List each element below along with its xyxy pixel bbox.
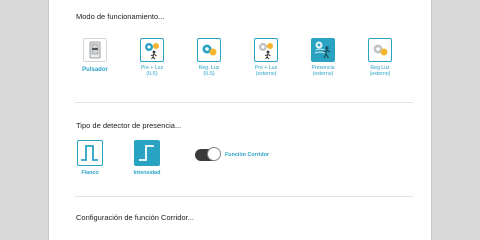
detector-section-title: Tipo de detector de presencia...: [76, 121, 182, 130]
corridor-section-title: Configuración de función Corridor...: [76, 213, 194, 222]
push-button-icon: [83, 38, 107, 62]
mode-option-pulsador[interactable]: Pulsador: [75, 38, 115, 73]
mode-section-title: Modo de funcionamiento...: [76, 12, 165, 21]
detector-label: Flanco: [81, 170, 99, 176]
light-regulation-external-icon: [368, 38, 392, 62]
mode-option-pre-luz-externo[interactable]: Pre + Luz (externo): [246, 38, 286, 78]
section-divider: [75, 102, 413, 103]
pulse-edge-icon: [77, 140, 103, 166]
mode-label: Pulsador: [82, 67, 108, 73]
presence-external-icon: [311, 38, 335, 62]
toggle-knob: [207, 147, 221, 161]
presence-light-ils-icon: [140, 38, 164, 62]
detector-option-flanco[interactable]: Flanco: [66, 140, 114, 176]
mode-option-pre-luz-ils[interactable]: Pre + Luz (ILS): [132, 38, 172, 78]
corridor-toggle-label: Función Corridor: [225, 152, 270, 158]
settings-panel: Modo de funcionamiento... Pulsador Pre +…: [48, 0, 432, 240]
section-divider: [75, 196, 413, 197]
detector-option-intensidad[interactable]: Intensidad: [123, 140, 171, 176]
mode-label: Pre + Luz (ILS): [140, 65, 164, 78]
corridor-toggle-switch[interactable]: [195, 147, 221, 161]
mode-label: Pre + Luz (externo): [254, 65, 278, 78]
mode-option-reg-luz-externo[interactable]: Reg Luz (externo): [360, 38, 400, 78]
mode-label: Reg. Luz (ILS): [198, 65, 220, 78]
light-regulation-ils-icon: [197, 38, 221, 62]
mode-option-reg-luz-ils[interactable]: Reg. Luz (ILS): [189, 38, 229, 78]
step-intensity-icon: [134, 140, 160, 166]
mode-label: Reg Luz (externo): [369, 65, 391, 78]
presence-light-external-icon: [254, 38, 278, 62]
mode-label: Presencia (externo): [311, 65, 335, 78]
detector-label: Intensidad: [133, 170, 161, 176]
mode-option-presencia-externo[interactable]: Presencia (externo): [303, 38, 343, 78]
